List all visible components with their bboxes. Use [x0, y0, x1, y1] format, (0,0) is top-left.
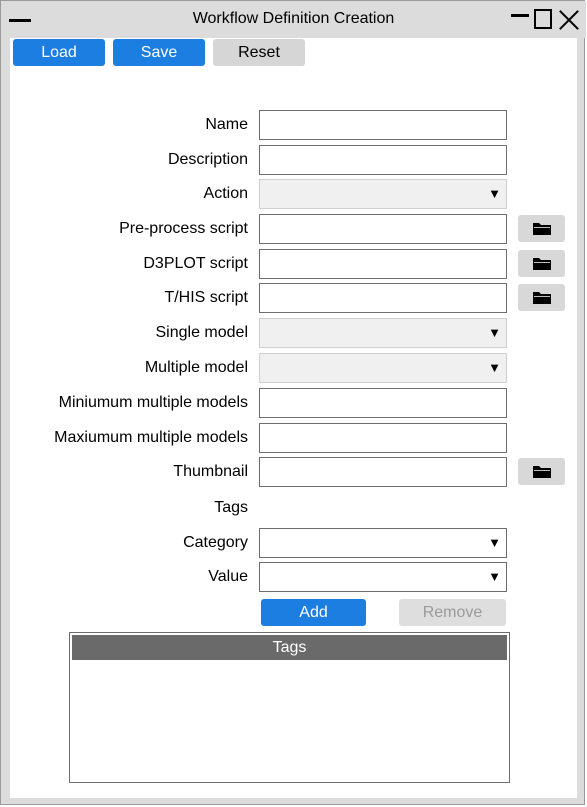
tags-table-header: Tags: [72, 635, 507, 660]
chevron-down-icon: ▼: [488, 535, 501, 550]
folder-icon: [533, 466, 551, 478]
preprocess-field[interactable]: [259, 214, 507, 244]
folder-icon: [533, 292, 551, 304]
window-title: Workflow Definition Creation: [192, 10, 395, 27]
form-panel: Load Save Reset Name Description Action …: [10, 38, 577, 798]
chevron-down-icon: ▼: [488, 360, 501, 375]
description-label: Description: [167, 151, 248, 168]
chevron-down-icon: ▼: [488, 186, 501, 201]
this-field[interactable]: [259, 283, 507, 313]
category-label: Category: [183, 534, 248, 551]
max-multiple-field[interactable]: [259, 423, 507, 453]
remove-tag-button[interactable]: Remove: [399, 599, 506, 626]
close-icon[interactable]: [558, 7, 580, 31]
single-model-select[interactable]: ▼: [259, 318, 507, 348]
chevron-down-icon: ▼: [488, 325, 501, 340]
name-label: Name: [205, 116, 248, 133]
add-tag-button[interactable]: Add: [261, 599, 366, 626]
d3plot-label: D3PLOT script: [143, 255, 248, 272]
description-field[interactable]: [259, 145, 507, 175]
workflow-definition-window: Workflow Definition Creation Load Save R…: [0, 0, 586, 805]
thumbnail-browse-button[interactable]: [518, 458, 565, 485]
thumbnail-field[interactable]: [259, 457, 507, 487]
chevron-down-icon: ▼: [488, 569, 501, 584]
name-field[interactable]: [259, 110, 507, 140]
preprocess-label: Pre-process script: [119, 220, 248, 237]
reset-button[interactable]: Reset: [213, 39, 305, 66]
title-bar[interactable]: Workflow Definition Creation: [1, 1, 586, 38]
action-select[interactable]: ▼: [259, 179, 507, 209]
min-multiple-field[interactable]: [259, 388, 507, 418]
d3plot-field[interactable]: [259, 249, 507, 279]
minimize-icon[interactable]: [511, 14, 529, 17]
tags-table[interactable]: Tags: [69, 632, 510, 783]
single-model-label: Single model: [155, 324, 249, 341]
maximize-icon[interactable]: [534, 9, 552, 29]
multiple-model-select[interactable]: ▼: [259, 353, 507, 383]
min-multiple-label: Miniumum multiple models: [58, 394, 248, 411]
tags-heading: Tags: [214, 499, 248, 516]
this-label: T/HIS script: [164, 289, 248, 306]
folder-icon: [533, 223, 551, 235]
category-select[interactable]: ▼: [259, 528, 507, 558]
preprocess-browse-button[interactable]: [518, 215, 565, 242]
folder-icon: [533, 258, 551, 270]
load-button[interactable]: Load: [13, 39, 105, 66]
value-label: Value: [208, 568, 248, 585]
max-multiple-label: Maxiumum multiple models: [54, 429, 248, 446]
thumbnail-label: Thumbnail: [173, 463, 248, 480]
save-button[interactable]: Save: [113, 39, 205, 66]
multiple-model-label: Multiple model: [144, 359, 248, 376]
value-select[interactable]: ▼: [259, 562, 507, 592]
d3plot-browse-button[interactable]: [518, 250, 565, 277]
action-label: Action: [203, 185, 248, 202]
this-browse-button[interactable]: [518, 284, 565, 311]
